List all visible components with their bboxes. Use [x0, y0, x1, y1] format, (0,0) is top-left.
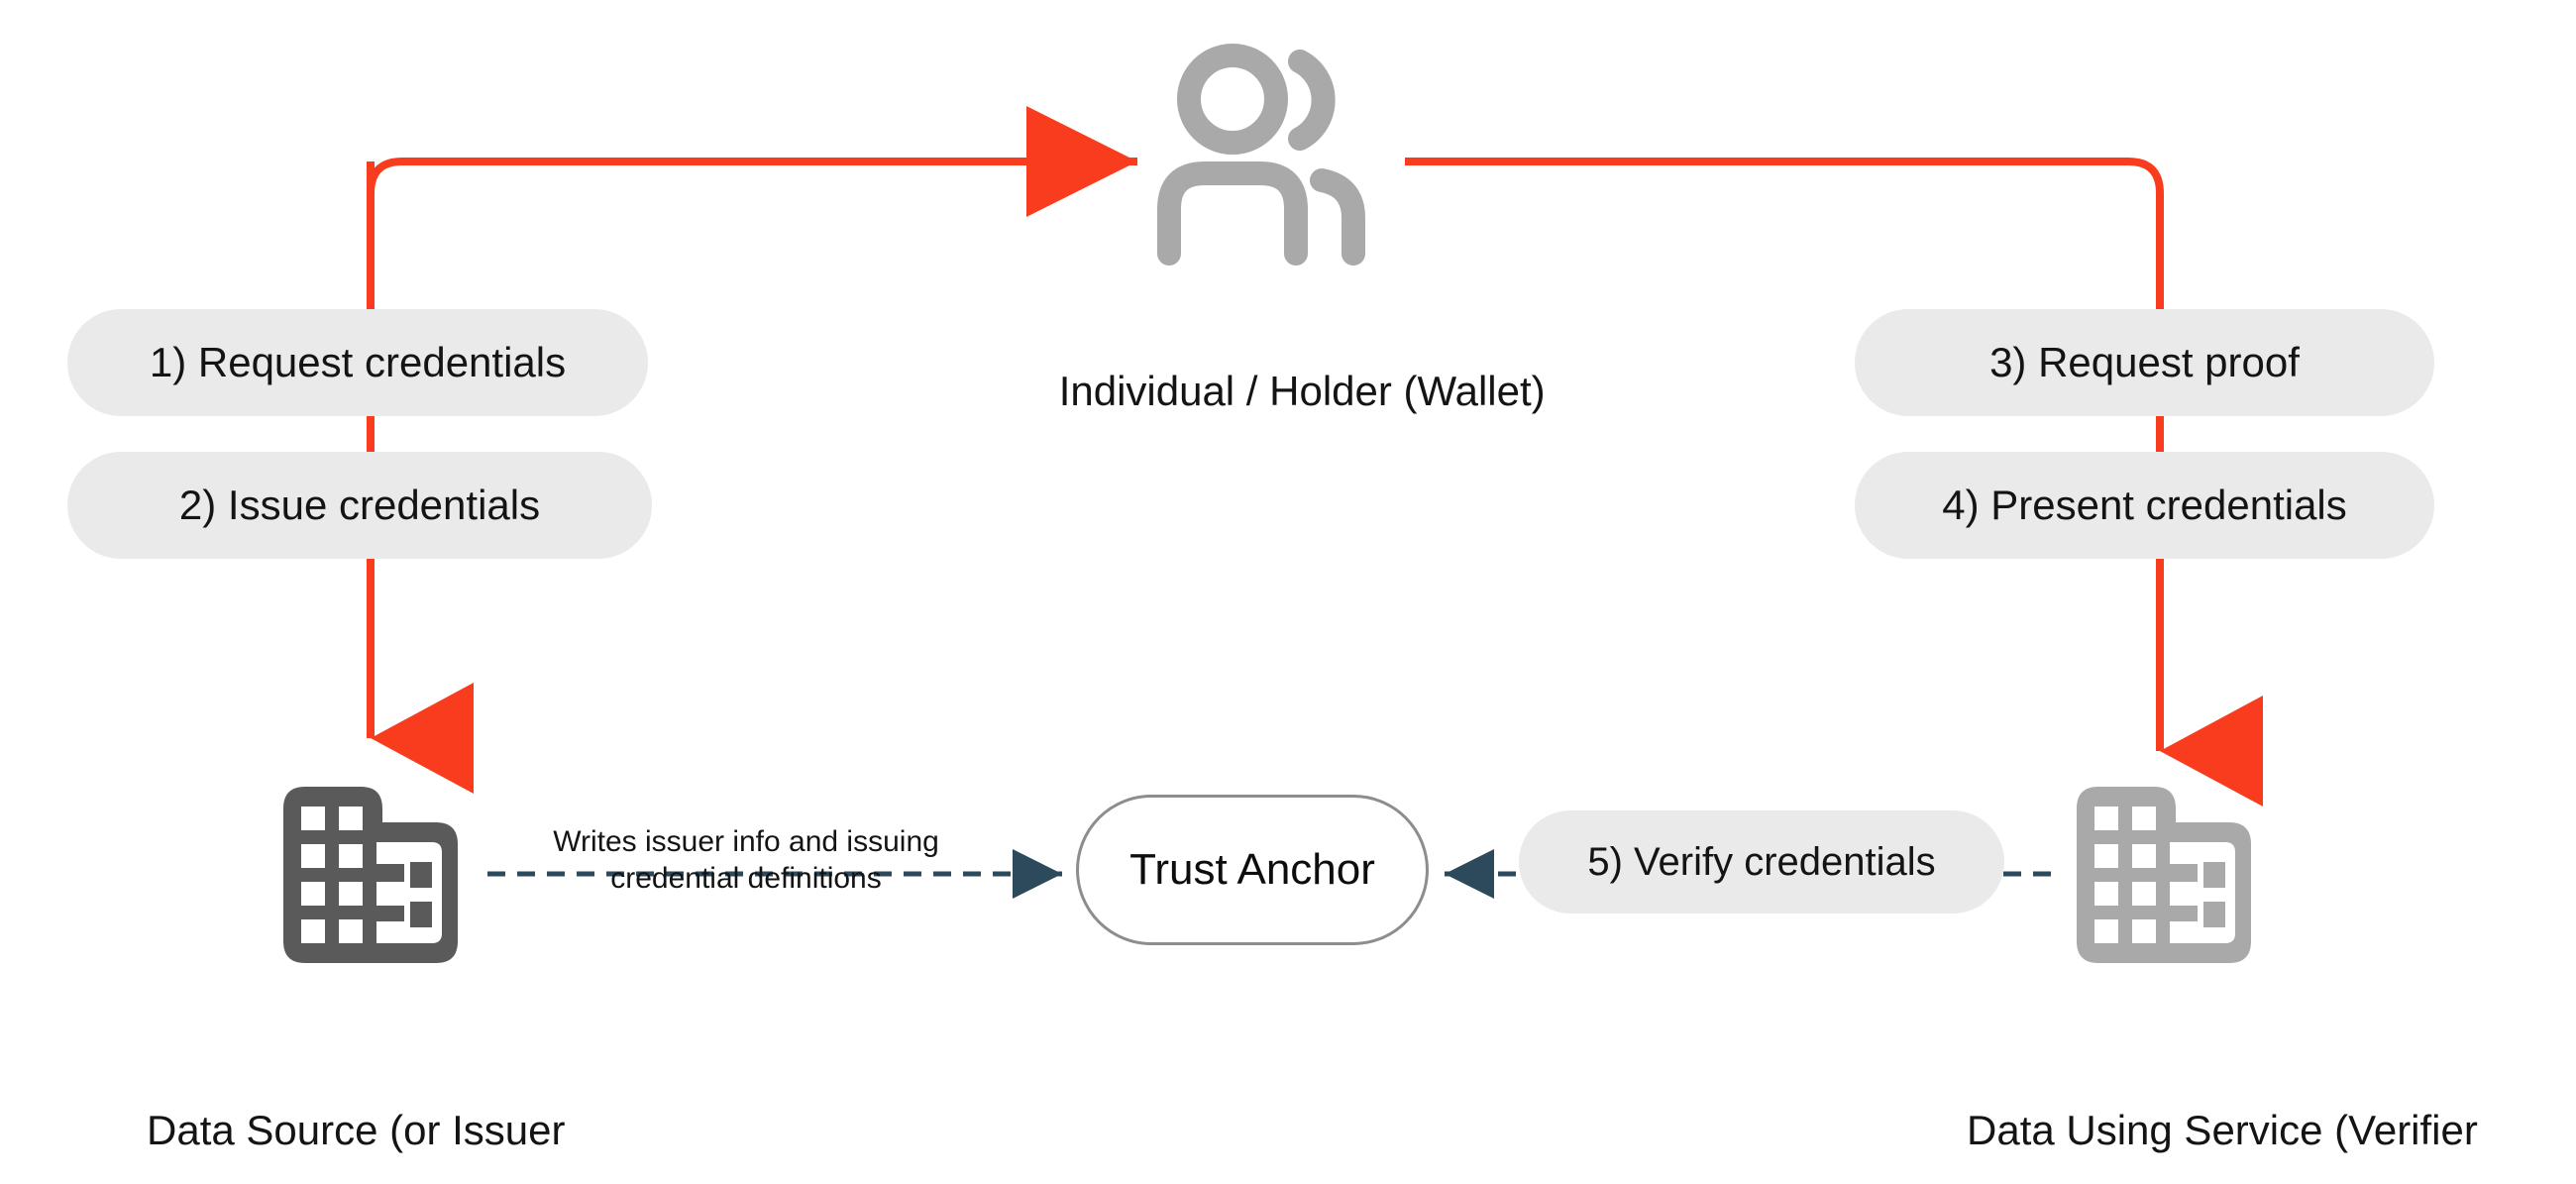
step-pill-label: 1) Request credentials [149, 338, 567, 385]
building-icon-issuer [266, 783, 476, 967]
writes-edge-label: Writes issuer info and issuing credentia… [503, 824, 989, 897]
step-pill-issue-credentials[interactable]: 2) Issue credentials [67, 452, 652, 559]
people-icon [1149, 42, 1397, 268]
step-pill-label: 3) Request proof [1989, 338, 2300, 385]
diagram-canvas: 1) Request credentials 2) Issue credenti… [0, 0, 2576, 1184]
verifier-label-line1: Data Using Service (Verifier [1967, 1107, 2478, 1154]
trust-anchor-label: Trust Anchor [1129, 845, 1375, 894]
step-pill-label: 4) Present credentials [1942, 481, 2347, 528]
issuer-label-line1: Data Source (or Issuer [147, 1107, 566, 1154]
step-pill-request-credentials[interactable]: 1) Request credentials [67, 309, 648, 416]
step-pill-label: 5) Verify credentials [1587, 840, 1936, 884]
holder-label-text: Individual / Holder (Wallet) [1058, 367, 1546, 414]
step-pill-request-proof[interactable]: 3) Request proof [1855, 309, 2434, 416]
building-icon-verifier [2059, 783, 2269, 967]
holder-label: Individual / Holder (Wallet) [1013, 319, 1546, 464]
trust-anchor-node[interactable]: Trust Anchor [1076, 795, 1429, 945]
writes-edge-label-line1: Writes issuer info and issuing [553, 825, 939, 858]
issuer-label: Data Source (or Issuer or Authentic Data… [147, 1011, 623, 1184]
step-pill-label: 2) Issue credentials [178, 481, 541, 528]
step-pill-present-credentials[interactable]: 4) Present credentials [1855, 452, 2434, 559]
writes-edge-label-line2: credential definitions [610, 861, 882, 895]
step-pill-verify-credentials[interactable]: 5) Verify credentials [1519, 810, 2004, 914]
verifier-label: Data Using Service (Verifier or Relying … [1967, 1011, 2478, 1184]
